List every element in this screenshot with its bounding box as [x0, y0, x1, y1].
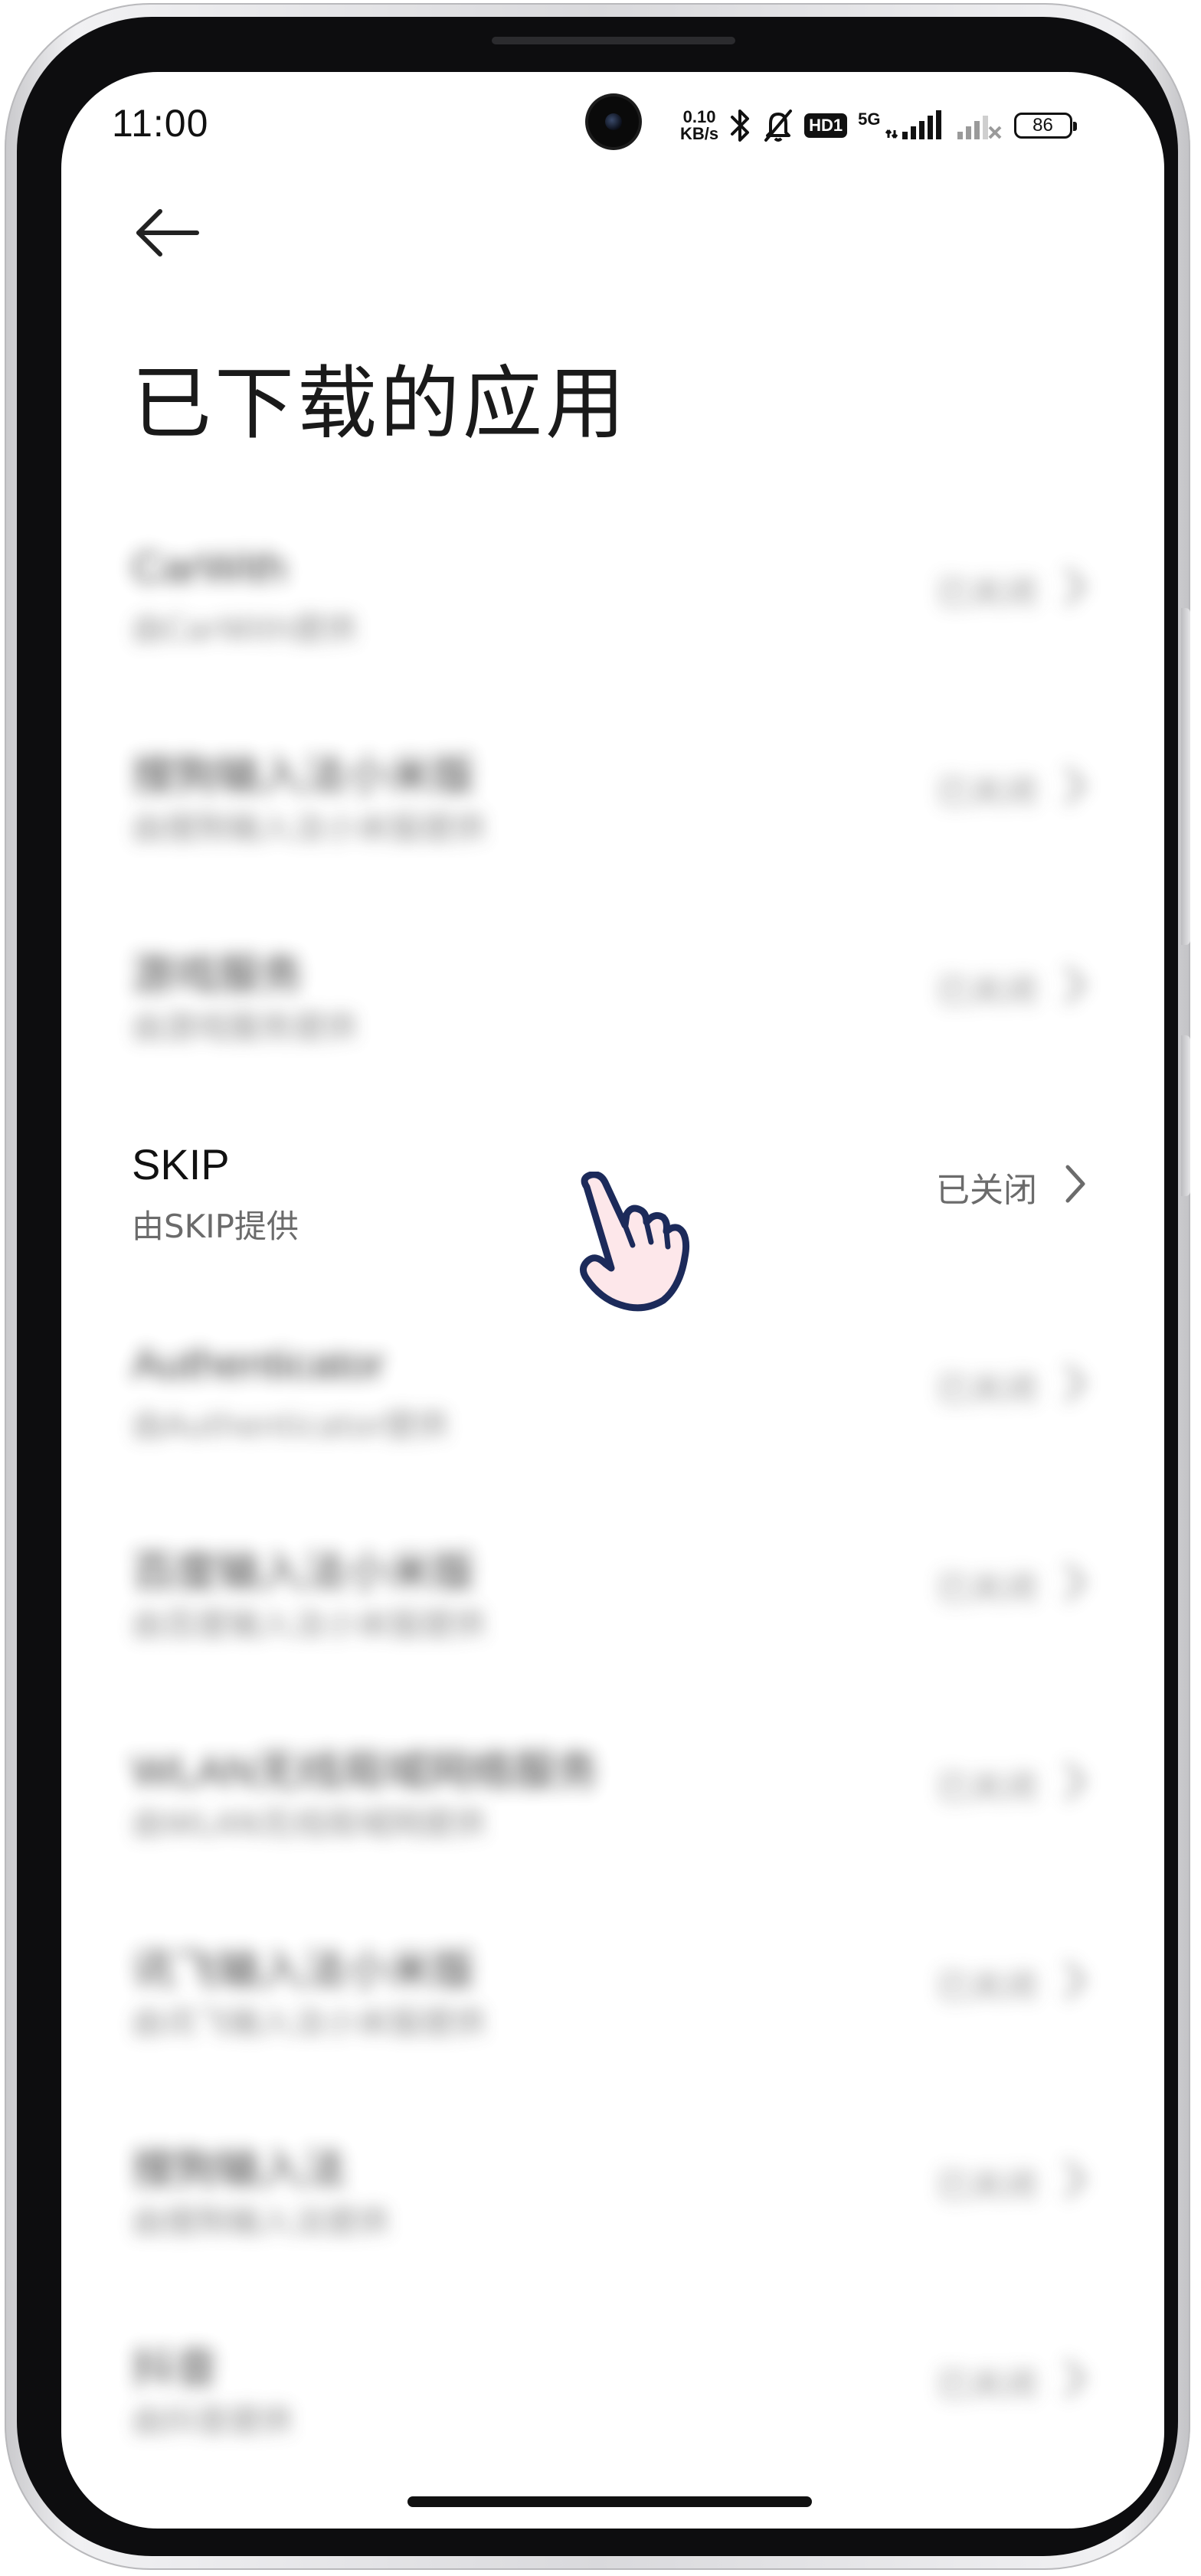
- chevron-right-icon: [1065, 567, 1085, 606]
- app-status: 已关闭: [936, 1370, 1037, 1409]
- chevron-right-icon: [1065, 1961, 1085, 1999]
- chevron-right-icon: [1065, 2359, 1085, 2398]
- status-icons: 0.10 KB/s HD1 5G 86: [680, 104, 1077, 147]
- screen: 11:00 0.10 KB/s HD1 5G 86 已下载的应用 CarWith…: [61, 72, 1164, 2529]
- app-name: 游戏服务: [132, 950, 303, 999]
- app-provider: 由讯飞输入法小米版提供: [132, 2004, 486, 2042]
- list-item[interactable]: 搜狗输入法 由搜狗输入法提供 已关闭: [61, 2118, 1164, 2287]
- app-name: 搜狗输入法小米版: [132, 751, 475, 799]
- chevron-right-icon: [1065, 1165, 1085, 1203]
- chevron-right-icon: [1065, 1563, 1085, 1601]
- app-status: 已关闭: [936, 2166, 1037, 2205]
- app-name: SKIP: [132, 1140, 230, 1188]
- app-provider: 由SKIP提供: [132, 1208, 299, 1245]
- list-item[interactable]: Authenticator 由Authenticator提供 已关闭: [61, 1322, 1164, 1490]
- app-provider: 由WLAN无线局域网提供: [132, 1805, 486, 1842]
- app-name: 百度输入法小米版: [132, 1548, 475, 1596]
- app-name: 搜狗输入法: [132, 2145, 346, 2193]
- app-provider: 由搜狗输入法小米版提供: [132, 809, 486, 847]
- app-name: CarWith: [132, 543, 287, 591]
- signal-strength-secondary-icon: [957, 116, 1001, 139]
- mute-bell-icon: [764, 110, 793, 142]
- earpiece-speaker: [492, 37, 735, 44]
- phone-frame: 11:00 0.10 KB/s HD1 5G 86 已下载的应用 CarWith…: [5, 3, 1190, 2570]
- app-provider: 由抖音提供: [132, 2402, 293, 2440]
- app-name: 讯飞输入法小米版: [132, 1946, 475, 1994]
- signal-strength-icon: [885, 110, 941, 139]
- list-item[interactable]: 搜狗输入法小米版 由搜狗输入法小米版提供 已关闭: [61, 724, 1164, 893]
- app-name: WLAN无线局域网络服务: [132, 1747, 599, 1795]
- app-provider: 由游戏服务提供: [132, 1008, 358, 1046]
- app-status: 已关闭: [936, 1569, 1037, 1608]
- app-status: 已关闭: [936, 972, 1037, 1011]
- app-status: 已关闭: [936, 1768, 1037, 1807]
- list-item[interactable]: WLAN无线局域网络服务 由WLAN无线局域网提供 已关闭: [61, 1720, 1164, 1888]
- front-camera: [588, 96, 639, 147]
- network-speed-unit: KB/s: [680, 124, 719, 143]
- app-status: 已关闭: [936, 574, 1037, 613]
- list-item[interactable]: CarWith 由CarWith提供 已关闭: [61, 525, 1164, 694]
- app-provider: 由百度输入法小米版提供: [132, 1606, 486, 1643]
- chevron-right-icon: [1065, 1762, 1085, 1800]
- network-type: 5G: [858, 110, 881, 129]
- stage: 11:00 0.10 KB/s HD1 5G 86 已下载的应用 CarWith…: [0, 0, 1201, 2576]
- page-title: 已下载的应用: [132, 357, 629, 450]
- battery-indicator: 86: [1013, 113, 1077, 139]
- network-speed: 0.10 KB/s: [680, 109, 718, 142]
- app-status: 已关闭: [936, 773, 1037, 812]
- arrow-left-icon: [136, 209, 199, 257]
- list-item[interactable]: 抖音 由抖音提供 已关闭: [61, 2317, 1164, 2486]
- network-speed-value: 0.10: [682, 107, 716, 126]
- hd-voice-badge: HD1: [804, 113, 848, 138]
- chevron-right-icon: [1065, 2160, 1085, 2198]
- list-item[interactable]: 游戏服务 由游戏服务提供 已关闭: [61, 924, 1164, 1092]
- pointing-hand-icon: [580, 1172, 690, 1312]
- list-item[interactable]: 讯飞输入法小米版 由讯飞输入法小米版提供 已关闭: [61, 1919, 1164, 2087]
- app-status: 已关闭: [936, 1171, 1037, 1210]
- app-status: 已关闭: [936, 2365, 1037, 2404]
- app-name: Authenticator: [132, 1339, 385, 1388]
- status-time: 11:00: [112, 102, 209, 145]
- app-status: 已关闭: [936, 1967, 1037, 2006]
- chevron-right-icon: [1065, 767, 1085, 805]
- app-provider: 由CarWith提供: [132, 610, 357, 648]
- back-button[interactable]: [129, 195, 205, 271]
- phone-bezel: 11:00 0.10 KB/s HD1 5G 86 已下载的应用 CarWith…: [17, 17, 1178, 2556]
- power-button: [1181, 1035, 1190, 1196]
- app-provider: 由搜狗输入法提供: [132, 2203, 390, 2241]
- volume-button: [1181, 608, 1190, 945]
- app-provider: 由Authenticator提供: [132, 1407, 449, 1444]
- list-item[interactable]: 百度输入法小米版 由百度输入法小米版提供 已关闭: [61, 1521, 1164, 1689]
- bluetooth-icon: [731, 110, 750, 142]
- chevron-right-icon: [1065, 966, 1085, 1004]
- app-name: 抖音: [132, 2344, 218, 2392]
- home-indicator[interactable]: [407, 2496, 812, 2507]
- chevron-right-icon: [1065, 1364, 1085, 1402]
